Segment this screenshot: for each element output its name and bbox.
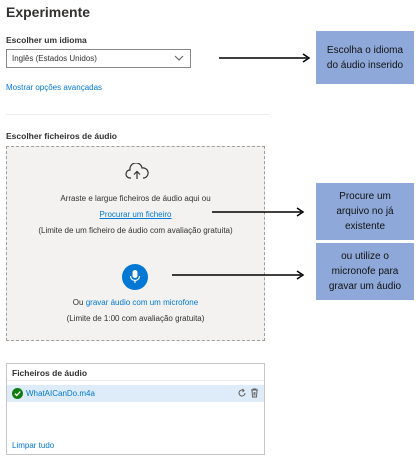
check-circle-icon [12,388,23,399]
file-limit-text: (Limite de um ficheiro de áudio com aval… [38,226,233,235]
file-row[interactable]: WhatAICanDo.m4a [7,385,264,402]
language-label: Escolher um idioma [6,35,87,45]
record-limit-text: (Limite de 1:00 com avaliação gratuita) [66,314,205,323]
language-note-line: Escolha o idioma [326,44,404,56]
cloud-upload-icon [125,163,149,179]
audio-files-header: Ficheiros de áudio [12,368,88,378]
section-divider [6,114,269,115]
browse-file-link[interactable]: Procurar um ficheiro [99,210,171,219]
advanced-options-link[interactable]: Mostrar opções avançadas [6,83,102,92]
files-header-divider [7,380,264,381]
record-audio-link[interactable]: gravar áudio com um microfone [86,298,199,307]
page-title: Experimente [6,4,91,20]
microphone-note-line: micronofe para [331,266,399,277]
audio-files-panel: Ficheiros de áudio WhatAICanDo.m4a Limpa… [6,363,265,455]
clear-all-link[interactable]: Limpar tudo [12,441,54,450]
arrow-right-icon [219,53,311,63]
browse-note-line: existente [344,221,386,232]
microphone-note: ou utilize o micronofe para gravar um áu… [316,243,414,300]
language-select-value: Inglês (Estados Unidos) [12,54,97,63]
language-note-line: do áudio inserido [326,59,404,71]
browse-note: Procure um arquivo no já existente [316,183,414,240]
audio-files-label: Escolher ficheiros de áudio [6,131,118,141]
trash-icon[interactable] [250,388,259,398]
audio-dropzone[interactable]: Arraste e largue ficheiros de áudio aqui… [6,146,265,341]
record-microphone-button[interactable] [122,264,148,290]
microphone-icon [129,270,141,283]
browse-note-line: arquivo no já [336,206,394,217]
microphone-note-line: gravar um áudio [328,281,402,292]
drag-drop-text: Arraste e largue ficheiros de áudio aqui… [60,194,211,203]
microphone-note-line: ou utilize o [341,251,389,262]
chevron-down-icon [174,55,184,61]
language-select[interactable]: Inglês (Estados Unidos) [6,49,191,68]
record-prefix: Ou [72,298,84,307]
file-name-link[interactable]: WhatAICanDo.m4a [26,389,95,398]
browse-note-line: Procure um [339,191,391,202]
language-note: Escolha o idioma do áudio inserido [316,31,414,84]
refresh-icon[interactable] [237,388,247,398]
